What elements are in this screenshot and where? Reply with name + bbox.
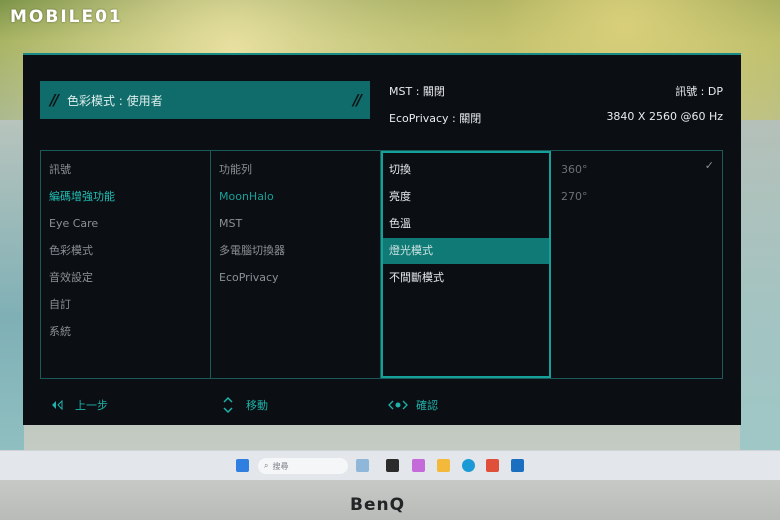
back-label: 上一步 xyxy=(75,399,108,412)
copilot-icon[interactable] xyxy=(412,459,425,472)
task-view-icon[interactable] xyxy=(386,459,399,472)
option-item-light-mode[interactable]: 燈光模式 xyxy=(383,238,549,264)
store-icon[interactable] xyxy=(486,459,499,472)
background-sea-right xyxy=(740,120,780,450)
value-item-270[interactable]: 270° xyxy=(561,184,588,210)
osd-menu: // 色彩模式 : 使用者 // MST : 關閉 訊號 : DP EcoPri… xyxy=(23,53,741,425)
info-ecoprivacy: EcoPrivacy : 關閉 xyxy=(389,112,482,125)
menu-column-main: 訊號 編碼增強功能 Eye Care 色彩模式 音效設定 自訂 系統 xyxy=(41,151,211,378)
submenu-item-function-bar[interactable]: 功能列 xyxy=(219,157,252,183)
option-item-brightness[interactable]: 亮度 xyxy=(389,184,549,210)
outlook-icon[interactable] xyxy=(511,459,524,472)
confirm-label: 確認 xyxy=(416,399,438,412)
menu-item-system[interactable]: 系統 xyxy=(49,319,71,345)
menu-panel: 訊號 編碼增強功能 Eye Care 色彩模式 音效設定 自訂 系統 功能列 M… xyxy=(40,150,723,379)
back-button[interactable]: 上一步 xyxy=(47,396,108,414)
move-button[interactable]: 移動 xyxy=(218,396,268,414)
menu-column-sub: 功能列 MoonHalo MST 多電腦切換器 EcoPrivacy xyxy=(211,151,381,378)
option-item-color-temp[interactable]: 色溫 xyxy=(389,211,549,237)
submenu-item-kvm[interactable]: 多電腦切換器 xyxy=(219,238,285,264)
submenu-item-ecoprivacy[interactable]: EcoPrivacy xyxy=(219,265,279,291)
file-explorer-icon[interactable] xyxy=(437,459,450,472)
color-mode-banner: // 色彩模式 : 使用者 // xyxy=(40,81,370,119)
banner-slash-right: // xyxy=(353,91,362,109)
menu-column-moonhalo: 切換 亮度 色溫 燈光模式 不間斷模式 xyxy=(381,151,551,378)
option-item-switch[interactable]: 切換 xyxy=(389,157,549,183)
banner-slash-left: // xyxy=(50,91,59,109)
back-nav-icon xyxy=(47,396,67,414)
menu-item-audio[interactable]: 音效設定 xyxy=(49,265,93,291)
move-nav-icon xyxy=(218,396,238,414)
watermark-logo: MOBILE01 xyxy=(10,7,123,27)
background-sea-left xyxy=(0,120,24,450)
move-label: 移動 xyxy=(246,399,268,412)
menu-item-color-mode[interactable]: 色彩模式 xyxy=(49,238,93,264)
submenu-item-mst[interactable]: MST xyxy=(219,211,242,237)
color-mode-text: 色彩模式 : 使用者 xyxy=(66,93,163,108)
menu-column-values: 360° ✓ 270° xyxy=(553,151,722,378)
edge-browser-icon[interactable] xyxy=(462,459,475,472)
windows-start-icon[interactable] xyxy=(236,459,249,472)
value-item-360[interactable]: 360° xyxy=(561,157,588,183)
info-mst: MST : 關閉 xyxy=(389,85,445,98)
bezel-brand-logo: BenQ xyxy=(350,495,406,515)
menu-item-custom[interactable]: 自訂 xyxy=(49,292,71,318)
menu-item-eye-care[interactable]: Eye Care xyxy=(49,211,98,237)
taskbar-search[interactable]: ⌕ 搜尋 xyxy=(258,458,348,474)
windows-taskbar: ⌕ 搜尋 xyxy=(0,450,780,481)
check-icon: ✓ xyxy=(704,159,714,172)
confirm-nav-icon xyxy=(388,396,408,414)
search-icon: ⌕ xyxy=(264,461,269,470)
confirm-button[interactable]: 確認 xyxy=(388,396,438,414)
option-item-continuous-mode[interactable]: 不間斷模式 xyxy=(389,265,549,291)
info-resolution: 3840 X 2560 @60 Hz xyxy=(606,110,723,123)
submenu-item-moonhalo[interactable]: MoonHalo xyxy=(219,184,274,210)
info-signal: 訊號 : DP xyxy=(675,85,723,98)
menu-item-enhance[interactable]: 編碼增強功能 xyxy=(49,184,115,210)
menu-item-signal[interactable]: 訊號 xyxy=(49,157,71,183)
search-placeholder: 搜尋 xyxy=(272,461,289,471)
widgets-icon[interactable] xyxy=(356,459,369,472)
